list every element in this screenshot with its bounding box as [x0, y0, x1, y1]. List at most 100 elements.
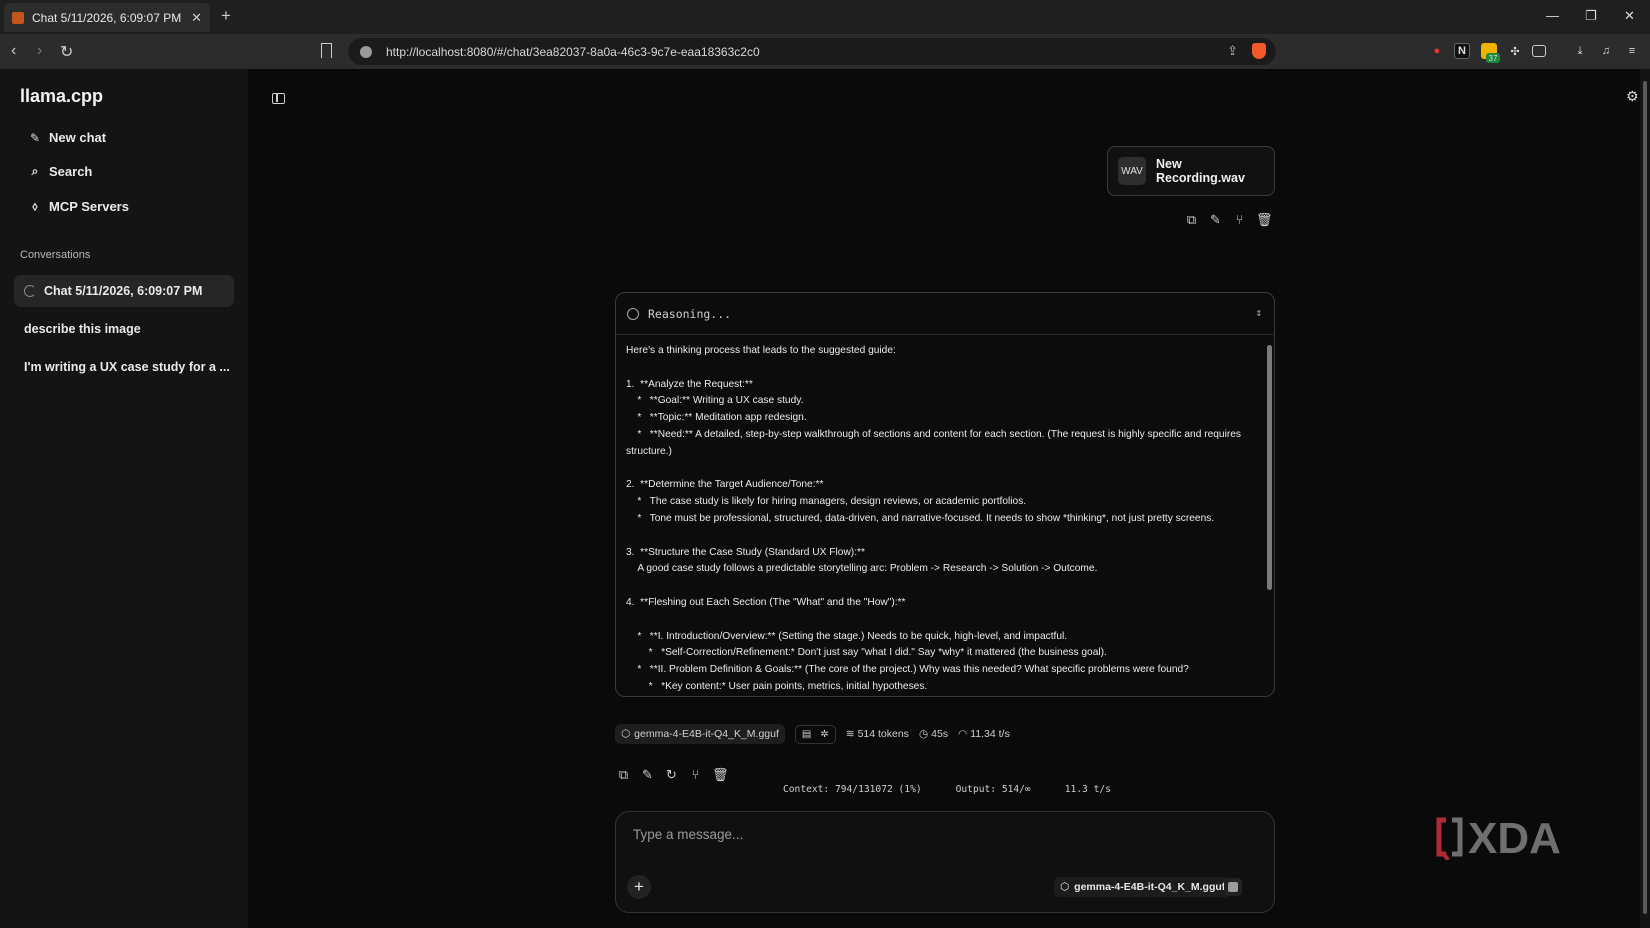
bookmark-icon[interactable] — [321, 43, 332, 58]
book-icon[interactable]: ▤ — [802, 729, 811, 740]
new-chat-button[interactable]: ✎ New chat — [28, 130, 106, 145]
tab-favicon-icon — [12, 11, 24, 24]
mcp-icon: ⬨ — [32, 199, 38, 213]
edit-icon[interactable]: ✎ — [1208, 212, 1223, 228]
xda-logo: XDA — [1436, 816, 1561, 860]
cube-icon: ⬡ — [621, 728, 631, 740]
reasoning-header[interactable]: Reasoning... ⇕ — [616, 293, 1274, 335]
reasoning-title: Reasoning... — [648, 306, 732, 321]
media-icon[interactable]: ♫ — [1598, 43, 1614, 59]
delete-icon[interactable]: 🗑 — [712, 767, 729, 783]
forward-icon[interactable]: › — [37, 42, 42, 60]
back-icon[interactable]: ‹ — [11, 42, 16, 60]
new-tab-button[interactable]: + — [221, 6, 231, 26]
model-selector-label: gemma-4-E4B-it-Q4_K_M.gguf — [1074, 881, 1226, 893]
conversation-title: describe this image — [24, 322, 141, 336]
mcp-servers-button[interactable]: ⬨ MCP Servers — [28, 199, 129, 214]
output-usage: Output: 514/∞ — [955, 784, 1031, 795]
view-toggle[interactable]: ▤ ✲ — [794, 724, 836, 744]
xda-logo-text: XDA — [1468, 816, 1561, 860]
copy-icon[interactable]: ⧉ — [616, 767, 631, 783]
tokens-value: 514 tokens — [857, 728, 909, 740]
search-label: Search — [49, 164, 93, 179]
loading-spinner-icon — [24, 285, 36, 297]
browser-tab-bar: Chat 5/11/2026, 6:09:07 PM - lla ✕ + — ❐… — [0, 0, 1650, 34]
token-count: ≋ 514 tokens — [846, 728, 909, 740]
copy-icon[interactable]: ⧉ — [1184, 212, 1199, 228]
search-button[interactable]: ⌕ Search — [28, 164, 93, 179]
reasoning-panel[interactable]: Reasoning... ⇕ Here's a thinking process… — [615, 292, 1275, 697]
generation-time: ◷ 45s — [919, 728, 948, 740]
add-attachment-button[interactable]: + — [627, 875, 651, 899]
sidebar: llama.cpp ✎ New chat ⌕ Search ⬨ MCP Serv… — [0, 69, 248, 928]
conversation-title: Chat 5/11/2026, 6:09:07 PM — [44, 284, 203, 298]
audio-attachment[interactable]: WAV New Recording.wav — [1107, 146, 1275, 196]
speed-value: 11.34 t/s — [970, 728, 1010, 740]
new-chat-label: New chat — [49, 130, 107, 145]
close-window-icon[interactable]: ✕ — [1624, 8, 1635, 24]
attachment-filename: New Recording.wav — [1155, 157, 1245, 185]
menu-icon[interactable]: ≡ — [1624, 43, 1640, 59]
notion-icon[interactable]: N — [1454, 43, 1470, 59]
branch-icon[interactable]: ⑂ — [1232, 212, 1247, 228]
search-icon: ⌕ — [31, 164, 39, 178]
model-name: gemma-4-E4B-it-Q4_K_M.gguf — [634, 728, 779, 740]
browser-tab[interactable]: Chat 5/11/2026, 6:09:07 PM - lla ✕ — [4, 3, 210, 32]
assistant-message-actions: ⧉ ✎ ↻ ⑂ 🗑 — [616, 767, 729, 783]
browser-toolbar: ‹ › ↻ http://localhost:8080/#/chat/3ea82… — [0, 34, 1650, 69]
settings-gear-icon[interactable]: ⚙ — [1626, 88, 1640, 104]
tab-title: Chat 5/11/2026, 6:09:07 PM - lla — [32, 10, 185, 25]
brave-shield-icon[interactable] — [1252, 43, 1266, 59]
restore-icon[interactable]: ❐ — [1585, 8, 1597, 24]
conversation-item[interactable]: describe this image — [14, 313, 234, 345]
generation-speed: ◠ 11.34 t/s — [958, 728, 1010, 740]
site-info-icon[interactable] — [360, 45, 372, 58]
extension-badge: 37 — [1486, 53, 1500, 63]
edit-icon: ✎ — [29, 130, 41, 145]
reasoning-content: Here's a thinking process that leads to … — [626, 343, 1256, 696]
page-scrollbar[interactable] — [1640, 69, 1650, 928]
reasoning-text: Here's a thinking process that leads to … — [626, 345, 1241, 692]
time-value: 45s — [931, 728, 949, 740]
mcp-servers-label: MCP Servers — [49, 199, 129, 214]
reasoning-icon — [627, 307, 639, 320]
sidebar-panel-icon[interactable] — [1532, 45, 1546, 57]
user-message-actions: ⧉ ✎ ⑂ 🗑 — [1184, 212, 1273, 228]
stop-generation-button[interactable] — [1224, 878, 1242, 896]
address-bar[interactable]: http://localhost:8080/#/chat/3ea82037-8a… — [348, 38, 1276, 65]
sparkle-icon[interactable]: ✲ — [820, 729, 828, 740]
close-tab-icon[interactable]: ✕ — [191, 10, 202, 26]
conversation-item-active[interactable]: Chat 5/11/2026, 6:09:07 PM — [14, 275, 234, 307]
delete-icon[interactable]: 🗑 — [1256, 212, 1273, 228]
conversation-title: I'm writing a UX case study for a ... — [24, 360, 230, 374]
message-composer[interactable]: Type a message... + ⬡ gemma-4-E4B-it-Q4_… — [615, 811, 1275, 913]
wav-file-icon: WAV — [1118, 157, 1146, 185]
model-badge[interactable]: ⬡ gemma-4-E4B-it-Q4_K_M.gguf — [615, 724, 785, 744]
url-text: http://localhost:8080/#/chat/3ea82037-8a… — [386, 44, 760, 59]
clock-icon: ◷ — [918, 728, 929, 740]
conversation-item[interactable]: I'm writing a UX case study for a ... — [14, 351, 234, 383]
gauge-icon: ◠ — [958, 728, 968, 740]
reload-icon[interactable]: ↻ — [60, 42, 73, 62]
token-rate: 11.3 t/s — [1064, 784, 1111, 795]
message-input[interactable]: Type a message... — [633, 827, 743, 842]
message-meta: ⬡ gemma-4-E4B-it-Q4_K_M.gguf ▤ ✲ ≋ 514 t… — [615, 724, 1010, 744]
toggle-sidebar-icon[interactable] — [272, 93, 285, 104]
context-usage: Context: 794/131072 (1%) — [783, 784, 922, 795]
extensions-puzzle-icon[interactable]: ✣ — [1507, 43, 1523, 59]
share-icon[interactable]: ⇪ — [1227, 43, 1238, 59]
extension-red-icon[interactable]: ● — [1429, 43, 1445, 59]
context-stats: Context: 794/131072 (1%) Output: 514/∞ 1… — [783, 784, 1111, 795]
model-selector[interactable]: ⬡ gemma-4-E4B-it-Q4_K_M.gguf — [1054, 877, 1232, 897]
branch-icon[interactable]: ⑂ — [688, 767, 703, 783]
minimize-icon[interactable]: — — [1546, 8, 1559, 23]
regenerate-icon[interactable]: ↻ — [664, 767, 679, 783]
reasoning-scrollbar[interactable] — [1267, 337, 1272, 692]
download-icon[interactable]: ⤓ — [1572, 43, 1588, 59]
expand-collapse-icon[interactable]: ⇕ — [1255, 306, 1262, 319]
edit-icon[interactable]: ✎ — [640, 767, 655, 783]
tokens-icon: ≋ — [845, 728, 855, 740]
conversations-header: Conversations — [20, 249, 91, 261]
app-title: llama.cpp — [20, 86, 104, 106]
cube-icon: ⬡ — [1060, 881, 1070, 893]
